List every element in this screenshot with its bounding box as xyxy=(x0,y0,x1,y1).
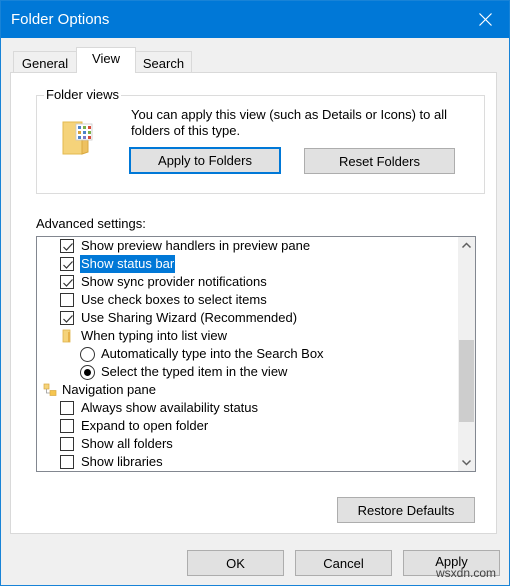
scrollbar[interactable] xyxy=(458,237,475,471)
radio-button[interactable] xyxy=(80,347,95,362)
checkbox[interactable] xyxy=(60,275,74,289)
cancel-button[interactable]: Cancel xyxy=(295,550,392,576)
radio-button[interactable] xyxy=(80,365,95,380)
radio-dot xyxy=(84,369,91,376)
checkbox[interactable] xyxy=(60,257,74,271)
checkbox[interactable] xyxy=(60,311,74,325)
folder-options-dialog: Folder Options General View Search Folde… xyxy=(0,0,510,586)
tab-general[interactable]: General xyxy=(13,51,77,73)
list-item-label: Show libraries xyxy=(81,454,163,469)
list-item[interactable]: Show libraries xyxy=(37,453,457,471)
list-item-label: Show all folders xyxy=(81,436,173,451)
window-title: Folder Options xyxy=(11,11,110,28)
watermark: wsxdn.com xyxy=(436,566,497,580)
list-item[interactable]: Use Sharing Wizard (Recommended) xyxy=(37,309,457,327)
checkbox[interactable] xyxy=(60,239,74,253)
checkbox[interactable] xyxy=(60,401,74,415)
checkbox[interactable] xyxy=(60,293,74,307)
list-item-label: When typing into list view xyxy=(81,328,227,343)
list-item[interactable]: Show sync provider notifications xyxy=(37,273,457,291)
list-item-label: Select the typed item in the view xyxy=(101,364,288,379)
folder-views-label: Folder views xyxy=(44,87,121,102)
folder-views-icon xyxy=(62,121,93,155)
chevron-down-icon xyxy=(461,459,472,466)
checkbox[interactable] xyxy=(60,455,74,469)
advanced-settings-list[interactable]: Show preview handlers in preview pane Sho… xyxy=(36,236,476,472)
tab-search[interactable]: Search xyxy=(135,51,192,73)
list-item-label: Always show availability status xyxy=(81,400,259,415)
advanced-settings-label: Advanced settings: xyxy=(36,216,146,231)
checkmark-icon xyxy=(63,315,73,323)
list-item-label: Navigation pane xyxy=(62,382,156,397)
list-item-label: Use Sharing Wizard (Recommended) xyxy=(81,310,298,325)
list-item-label: Show sync provider notifications xyxy=(81,274,267,289)
list-item-label: Show status bar xyxy=(80,255,176,273)
checkmark-icon xyxy=(63,243,73,251)
folder-views-description: You can apply this view (such as Details… xyxy=(131,107,448,138)
reset-folders-button[interactable]: Reset Folders xyxy=(304,148,455,174)
list-item[interactable]: Use check boxes to select items xyxy=(37,291,457,309)
scroll-thumb[interactable] xyxy=(459,340,474,423)
title-bar: Folder Options xyxy=(1,1,509,38)
list-item[interactable]: Show all folders xyxy=(37,435,457,453)
list-item[interactable]: Automatically type into the Search Box xyxy=(37,345,457,363)
ok-button[interactable]: OK xyxy=(187,550,284,576)
list-item[interactable]: Show status bar xyxy=(37,255,457,273)
list-item[interactable]: Show preview handlers in preview pane xyxy=(37,237,457,255)
tab-view[interactable]: View xyxy=(76,47,136,73)
view-tab-panel: Folder views You can apply this view (su… xyxy=(10,72,497,534)
checkbox[interactable] xyxy=(60,437,74,451)
folder-views-group: Folder views You can apply this view (su… xyxy=(36,87,485,194)
chevron-up-icon xyxy=(461,242,472,249)
close-icon xyxy=(479,13,492,26)
list-item-label: Use check boxes to select items xyxy=(81,292,267,307)
apply-to-folders-button[interactable]: Apply to Folders xyxy=(129,147,281,174)
checkmark-icon xyxy=(63,261,73,269)
scroll-up-button[interactable] xyxy=(458,237,475,254)
list-item-label: Expand to open folder xyxy=(81,418,209,433)
checkmark-icon xyxy=(63,279,73,287)
list-item[interactable]: Expand to open folder xyxy=(37,417,457,435)
list-item-label: Automatically type into the Search Box xyxy=(101,346,324,361)
list-item[interactable]: Always show availability status xyxy=(37,399,457,417)
list-item[interactable]: Navigation pane xyxy=(37,381,457,399)
list-item-label: Show preview handlers in preview pane xyxy=(81,238,311,253)
scroll-down-button[interactable] xyxy=(458,454,475,471)
list-item[interactable]: Select the typed item in the view xyxy=(37,363,457,381)
restore-defaults-button[interactable]: Restore Defaults xyxy=(337,497,475,523)
close-button[interactable] xyxy=(463,1,509,38)
checkbox[interactable] xyxy=(60,419,74,433)
list-item[interactable]: When typing into list view xyxy=(37,327,457,345)
